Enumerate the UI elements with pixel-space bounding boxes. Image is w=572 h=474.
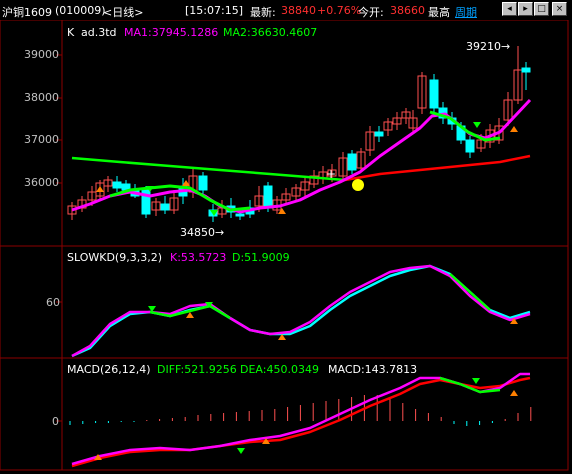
- sell-arrow-2: [473, 122, 481, 128]
- candle-body-18: [235, 213, 245, 217]
- kd-title: SLOWKD(9,3,3,2): [67, 251, 163, 264]
- macd-diff: DIFF:521.9256: [157, 363, 237, 376]
- ma-long-green: [71, 156, 346, 182]
- ma1-line: [71, 98, 532, 214]
- ma2-value: MA2:36630.4607: [223, 26, 318, 39]
- next-icon[interactable]: ▸: [518, 2, 533, 16]
- prev-icon[interactable]: ◂: [502, 2, 517, 16]
- macd-value: MACD:143.7813: [328, 363, 418, 376]
- time-label: [15:07:15]: [185, 4, 243, 17]
- open-label: 今开:: [358, 6, 384, 19]
- macd-buy-arrow-2: [510, 390, 518, 396]
- macd-y-tick-0: 0: [52, 415, 59, 428]
- kd-d-value: D:51.9009: [232, 251, 290, 264]
- candle-body-5: [112, 181, 122, 189]
- ma1-value: MA1:37945.1286: [124, 26, 219, 39]
- period-link[interactable]: 周期: [455, 4, 477, 20]
- title-bar: 沪铜1609 (010009) <日线> [15:07:15] 最新: 3884…: [0, 0, 572, 20]
- smiley-icon: [352, 179, 364, 191]
- y-tick-38000: 38000: [24, 91, 59, 104]
- indicator-name: ad.3td: [81, 26, 117, 39]
- ma-long-red: [344, 154, 531, 182]
- maximize-icon[interactable]: □: [534, 2, 549, 16]
- buy-arrow-3: [510, 126, 518, 132]
- chart-frame: [0, 19, 569, 471]
- macd-dea: DEA:450.0349: [240, 363, 319, 376]
- latest-label: 最新:: [250, 6, 276, 19]
- candle-body-30: [347, 153, 357, 171]
- candle-body-39: [429, 79, 439, 109]
- kd-y-tick-60: 60: [46, 296, 60, 309]
- macd-sell-arrow-0: [237, 448, 245, 454]
- symbol-code: (010009): [55, 4, 106, 17]
- annotation-low: 34850→: [180, 226, 225, 239]
- k-label: K: [67, 26, 75, 39]
- candle-body-21: [263, 185, 273, 209]
- macd-diff-line: [71, 372, 530, 466]
- kd-k-line: [71, 264, 531, 358]
- y-tick-39000: 39000: [24, 48, 59, 61]
- cross-marker: +: [326, 167, 336, 181]
- macd-sell-arrow-1: [472, 378, 480, 384]
- open-value: 38660: [390, 4, 425, 17]
- candle-body-43: [465, 139, 475, 153]
- buy-arrow-2: [278, 208, 286, 214]
- candle-body-14: [198, 175, 208, 191]
- y-tick-37000: 37000: [24, 133, 59, 146]
- y-tick-36000: 36000: [24, 176, 59, 189]
- kd-overlay-2: [449, 273, 491, 311]
- change-pct: +0.76%: [317, 4, 362, 17]
- candle-body-33: [374, 131, 384, 137]
- candle-body-10: [160, 203, 170, 211]
- close-icon[interactable]: ×: [552, 2, 567, 16]
- period-label: <日线>: [103, 6, 144, 19]
- latest-value: 38840: [281, 4, 316, 17]
- candle-body-49: [521, 67, 531, 73]
- kd-k-value: K:53.5723: [170, 251, 227, 264]
- chart-canvas[interactable]: +: [0, 0, 572, 474]
- high-label: 最高: [428, 6, 450, 19]
- macd-dea-line: [71, 376, 531, 468]
- macd-title: MACD(26,12,4): [67, 363, 151, 376]
- symbol-name: 沪铜1609: [2, 6, 52, 19]
- buy-arrow-0: [96, 186, 104, 192]
- annotation-high: 39210→: [466, 40, 511, 53]
